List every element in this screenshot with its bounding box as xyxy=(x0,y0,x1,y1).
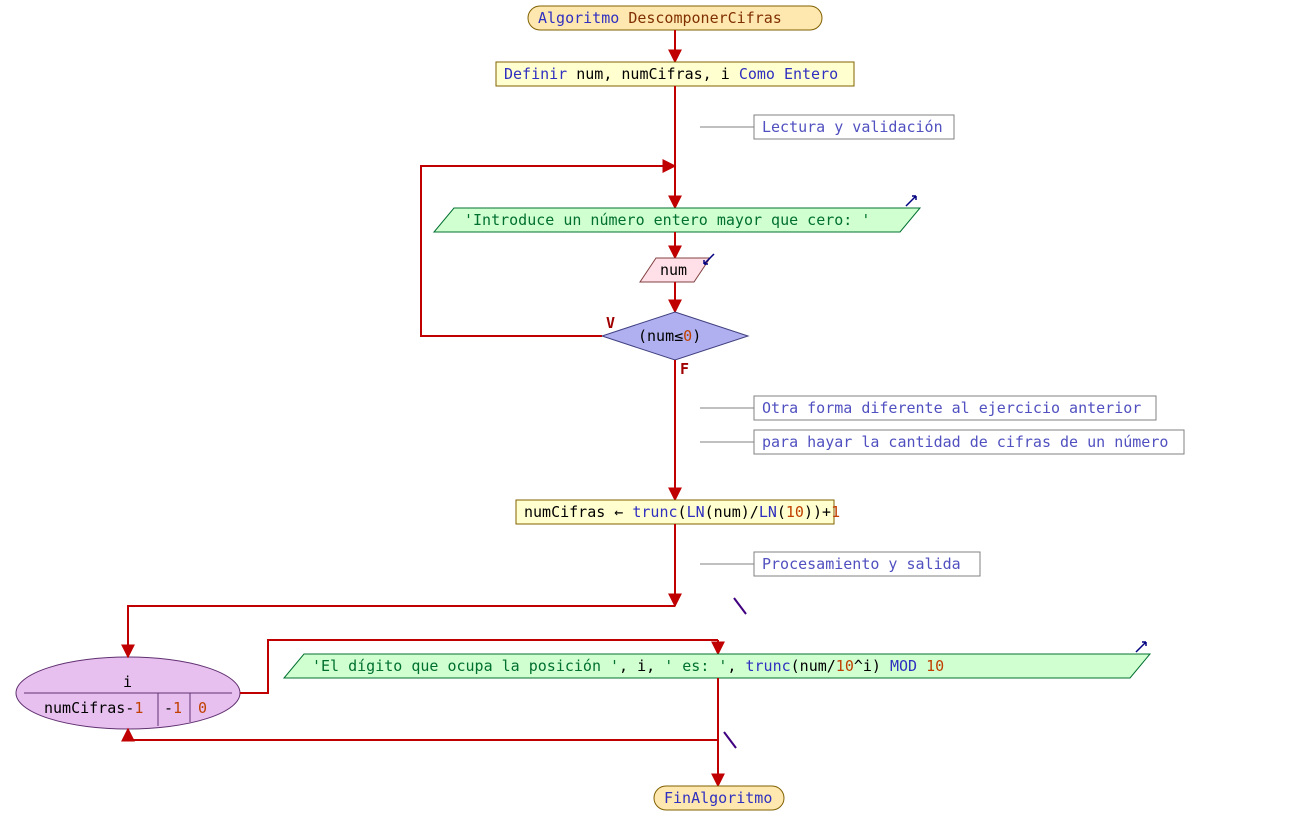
svg-text:numCifras-1: numCifras-1 xyxy=(44,699,143,717)
kw-finalgoritmo: FinAlgoritmo xyxy=(664,789,772,807)
svg-text:Definir num, numCifras, i Como: Definir num, numCifras, i Como Entero xyxy=(504,65,838,83)
num10c: 10 xyxy=(926,657,944,675)
io-output-prompt: 'Introduce un número entero mayor que ce… xyxy=(434,196,920,232)
io-input-num: num xyxy=(640,254,714,282)
p: ( xyxy=(777,503,786,521)
loop-exit-tick xyxy=(724,732,736,748)
num10: 10 xyxy=(786,503,804,521)
decision-num-le-0: (num≤0) xyxy=(602,312,748,360)
kw-definir: Definir xyxy=(504,65,567,83)
svg-text:'El dígito que ocupa la posici: 'El dígito que ocupa la posición ', i, '… xyxy=(312,657,944,675)
fn-ln1: LN xyxy=(687,503,705,521)
define-vars: num, numCifras, i xyxy=(576,65,730,83)
assign-lhs: numCifras ← xyxy=(524,503,623,521)
comment-text: para hayar la cantidad de cifras de un n… xyxy=(762,433,1168,451)
p: ( xyxy=(678,503,687,521)
num1: 1 xyxy=(831,503,840,521)
out-arrow-icon xyxy=(1136,642,1146,652)
out-mid2: , xyxy=(727,657,745,675)
comment-text: Otra forma diferente al ejercicio anteri… xyxy=(762,399,1141,417)
fn-trunc2: trunc xyxy=(745,657,790,675)
decision-left: (num≤ xyxy=(638,327,683,345)
terminal-end: FinAlgoritmo xyxy=(654,786,784,810)
p: (num/ xyxy=(791,657,836,675)
fn-trunc: trunc xyxy=(632,503,677,521)
p: ))+ xyxy=(804,503,831,521)
comment-method-1: Otra forma diferente al ejercicio anteri… xyxy=(700,396,1156,420)
flow-into-loop xyxy=(128,606,675,657)
loop-from-a: numCifras- xyxy=(44,699,134,717)
algo-name: DescomponerCifras xyxy=(628,9,782,27)
comment-text: Procesamiento y salida xyxy=(762,555,961,573)
num10b: 10 xyxy=(836,657,854,675)
svg-text:-1: -1 xyxy=(164,699,182,717)
svg-text:numCifras ← trunc(LN(num)/LN(1: numCifras ← trunc(LN(num)/LN(10))+1 xyxy=(524,503,840,521)
svg-text:Algoritmo DescomponerCifras: Algoritmo DescomponerCifras xyxy=(538,9,782,27)
loop-var: i xyxy=(123,673,132,691)
comment-validation: Lectura y validación xyxy=(700,115,954,139)
terminal-start: Algoritmo DescomponerCifras xyxy=(528,6,822,30)
loop-for: i numCifras-1 -1 0 xyxy=(16,657,240,729)
comment-method-2: para hayar la cantidad de cifras de un n… xyxy=(700,430,1184,454)
io-prompt-text: 'Introduce un número entero mayor que ce… xyxy=(464,211,870,229)
io-read-var: num xyxy=(660,261,687,279)
out-str2: ' es: ' xyxy=(664,657,727,675)
loop-from-b: 1 xyxy=(134,699,143,717)
out-mid1: , i, xyxy=(619,657,664,675)
comment-processing: Procesamiento y salida xyxy=(700,552,980,576)
process-define: Definir num, numCifras, i Como Entero xyxy=(496,62,854,86)
label-false: F xyxy=(680,360,689,378)
flow-loop-return xyxy=(128,729,718,740)
loop-entry-tick xyxy=(734,598,746,614)
caret: ^i) xyxy=(854,657,881,675)
label-true: V xyxy=(606,314,615,332)
out-arrow-icon xyxy=(906,196,916,206)
flow-loopback-true xyxy=(421,166,675,336)
decision-zero: 0 xyxy=(683,327,692,345)
process-assign-numcifras: numCifras ← trunc(LN(num)/LN(10))+1 xyxy=(516,500,840,524)
out-str1: 'El dígito que ocupa la posición ' xyxy=(312,657,619,675)
decision-right: ) xyxy=(692,327,701,345)
svg-text:(num≤0): (num≤0) xyxy=(638,327,701,345)
fn-ln2: LN xyxy=(759,503,777,521)
comment-text: Lectura y validación xyxy=(762,118,943,136)
p: (num)/ xyxy=(705,503,759,521)
loop-to: 0 xyxy=(198,699,207,717)
kw-mod: MOD xyxy=(890,657,917,675)
kw-como-entero: Como Entero xyxy=(739,65,838,83)
kw-algoritmo: Algoritmo xyxy=(538,9,619,27)
